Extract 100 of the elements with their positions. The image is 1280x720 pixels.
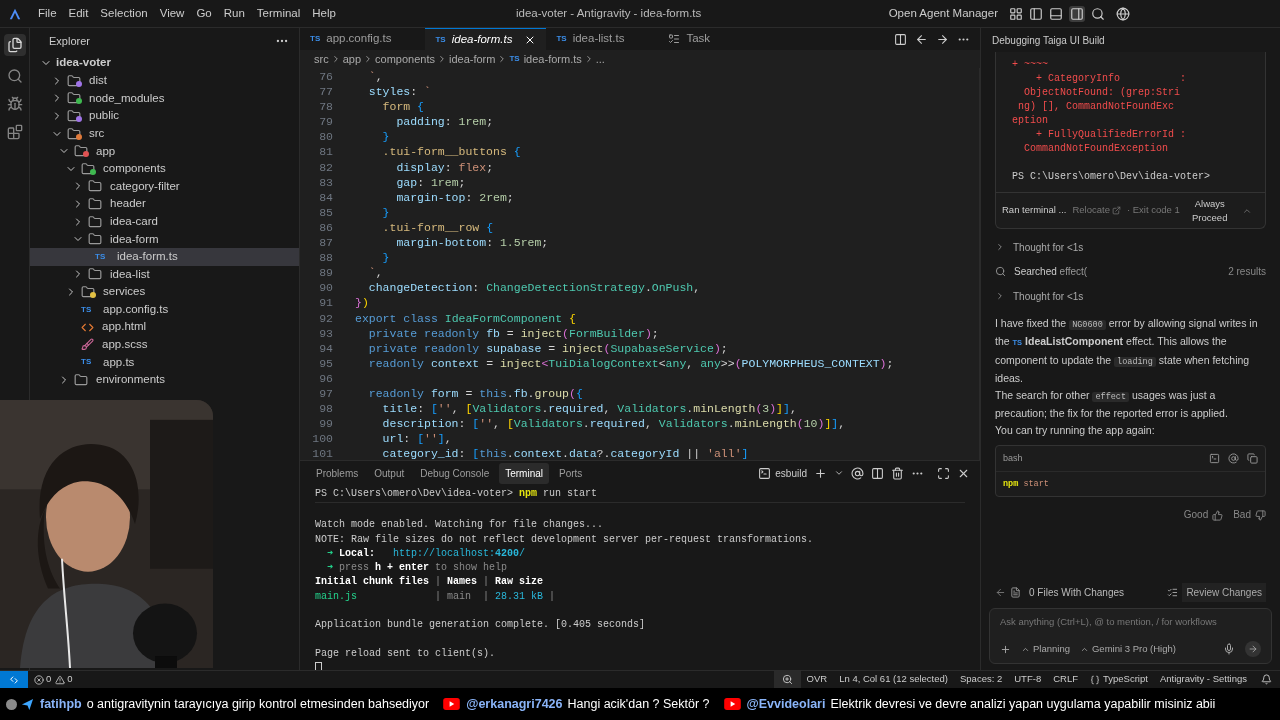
braces-icon[interactable]	[1090, 674, 1100, 685]
tree-node[interactable]: dist	[30, 72, 299, 90]
status-item[interactable]: CRLF	[1047, 672, 1084, 687]
editor-tab[interactable]: Task	[658, 28, 745, 50]
terminal-selector[interactable]: esbuild	[775, 465, 807, 481]
run-label[interactable]: Ran terminal ...	[1002, 203, 1067, 218]
tree-node[interactable]: header	[30, 195, 299, 213]
always-proceed-button[interactable]: Always Proceed	[1189, 196, 1230, 225]
zoom-button[interactable]	[773, 671, 801, 688]
step-label[interactable]: Thought for <1s	[1013, 288, 1084, 304]
menu-item[interactable]: Go	[190, 4, 218, 23]
mention-icon[interactable]	[1228, 453, 1239, 464]
good-button[interactable]: Good	[1183, 507, 1209, 524]
tree-node[interactable]: app.html	[30, 318, 299, 336]
send-button[interactable]	[1245, 641, 1261, 657]
tree-node[interactable]: TS app.ts	[30, 353, 299, 372]
add-icon[interactable]	[814, 466, 827, 480]
chevron-icon[interactable]	[995, 242, 1005, 253]
error-count[interactable]: 0	[46, 672, 52, 687]
status-item[interactable]: Ln 4, Col 61 (12 selected)	[833, 672, 954, 687]
tree-node[interactable]: environments	[30, 371, 299, 389]
menu-item[interactable]: Edit	[62, 4, 95, 23]
step-label[interactable]: Searched effect(	[1014, 264, 1088, 280]
tree-node[interactable]: components	[30, 159, 299, 178]
menu-item[interactable]: View	[153, 4, 191, 23]
extensions-icon[interactable]	[6, 124, 23, 140]
breadcrumb-item[interactable]: ...	[595, 50, 605, 68]
agent-manager-button[interactable]: Open Agent Manager	[888, 4, 998, 23]
menu-item[interactable]: Selection	[94, 4, 154, 23]
status-item[interactable]: OVR	[800, 672, 834, 687]
caret-icon[interactable]	[834, 468, 844, 478]
warning-icon[interactable]	[55, 674, 66, 685]
breadcrumb-item[interactable]: components	[375, 50, 435, 68]
maximize-icon[interactable]	[937, 466, 950, 480]
chevron-icon[interactable]	[995, 291, 1005, 302]
debug-icon[interactable]	[6, 96, 23, 112]
model-selector[interactable]: Gemini 3 Pro (High)	[1092, 641, 1176, 657]
editor-tab[interactable]: TS idea-list.ts	[546, 28, 659, 50]
bad-button[interactable]: Bad	[1233, 507, 1251, 524]
tree-node[interactable]: app.scss	[30, 335, 299, 354]
forward-icon[interactable]	[936, 32, 949, 46]
external-link-icon[interactable]	[1111, 206, 1121, 215]
sidebar-toggle-icon[interactable]	[1029, 6, 1043, 21]
editor-tab[interactable]: TS idea-form.ts	[425, 28, 547, 50]
panel-tab[interactable]: Terminal	[499, 462, 549, 484]
breadcrumb-item[interactable]: app	[342, 50, 362, 68]
panel-toggle-icon[interactable]	[1049, 6, 1063, 21]
step-label[interactable]: Thought for <1s	[1013, 239, 1084, 255]
tree-node[interactable]: node_modules	[30, 89, 299, 108]
tree-node[interactable]: TS app.config.ts	[30, 300, 299, 319]
tree-node[interactable]: app	[30, 142, 299, 160]
status-item[interactable]: UTF-8	[1008, 672, 1048, 687]
mention-icon[interactable]	[851, 466, 864, 480]
thumbs-down-icon[interactable]	[1255, 509, 1266, 521]
project-root[interactable]: idea-voter	[30, 54, 299, 72]
tree-node[interactable]: idea-card	[30, 212, 299, 231]
editor-tab[interactable]: TS app.config.ts	[300, 28, 426, 50]
checklist-icon[interactable]	[1167, 586, 1179, 598]
mode-selector[interactable]: Planning	[1033, 641, 1070, 657]
explorer-icon[interactable]	[3, 34, 26, 56]
tree-node[interactable]: category-filter	[30, 177, 299, 196]
copy-icon[interactable]	[1247, 453, 1258, 464]
error-icon[interactable]	[34, 674, 44, 685]
relocate-link[interactable]: Relocate	[1072, 203, 1110, 218]
menu-item[interactable]: Run	[217, 4, 251, 23]
menu-item[interactable]: Help	[306, 4, 342, 23]
add-icon[interactable]	[1000, 643, 1011, 655]
menu-item[interactable]: File	[32, 4, 63, 23]
thumbs-up-icon[interactable]	[1212, 509, 1224, 521]
split-editor-icon[interactable]	[894, 32, 907, 46]
back-icon[interactable]	[915, 32, 928, 46]
secondary-sidebar-icon[interactable]	[1069, 5, 1085, 22]
status-item[interactable]: Antigravity - Settings	[1153, 672, 1253, 687]
tree-node[interactable]: src	[30, 124, 299, 143]
search-icon[interactable]	[1091, 6, 1105, 21]
panel-tab[interactable]: Debug Console	[414, 462, 496, 484]
status-item[interactable]: Spaces: 2	[954, 672, 1009, 687]
chat-input[interactable]: Ask anything (Ctrl+L), @ to mention, / for workflows	[1000, 615, 1261, 630]
tree-node[interactable]: public	[30, 107, 299, 125]
status-item[interactable]: TypeScript	[1097, 672, 1154, 687]
breadcrumb-item[interactable]: idea-form	[448, 50, 496, 68]
layout-icon[interactable]	[1009, 6, 1023, 21]
bell-icon[interactable]	[1261, 674, 1272, 685]
tree-node[interactable]: services	[30, 283, 299, 301]
panel-tab[interactable]: Ports	[553, 462, 589, 484]
globe-icon[interactable]	[1116, 6, 1130, 21]
tree-node[interactable]: idea-list	[30, 265, 299, 284]
microphone-icon[interactable]	[1223, 643, 1235, 655]
terminal-icon[interactable]	[758, 466, 772, 480]
warning-count[interactable]: 0	[67, 672, 73, 687]
breadcrumb-item[interactable]: src	[314, 50, 329, 68]
split-icon[interactable]	[871, 466, 884, 480]
menu-item[interactable]: Terminal	[250, 4, 307, 23]
tree-node[interactable]: TS idea-form.ts	[30, 247, 299, 266]
panel-tab[interactable]: Output	[368, 462, 411, 484]
panel-tab[interactable]: Problems	[310, 462, 365, 484]
trash-icon[interactable]	[891, 466, 904, 480]
review-changes-button[interactable]: Review Changes	[1182, 582, 1266, 602]
breadcrumb-item[interactable]: idea-form.ts	[523, 50, 582, 68]
tree-node[interactable]: idea-form	[30, 230, 299, 248]
